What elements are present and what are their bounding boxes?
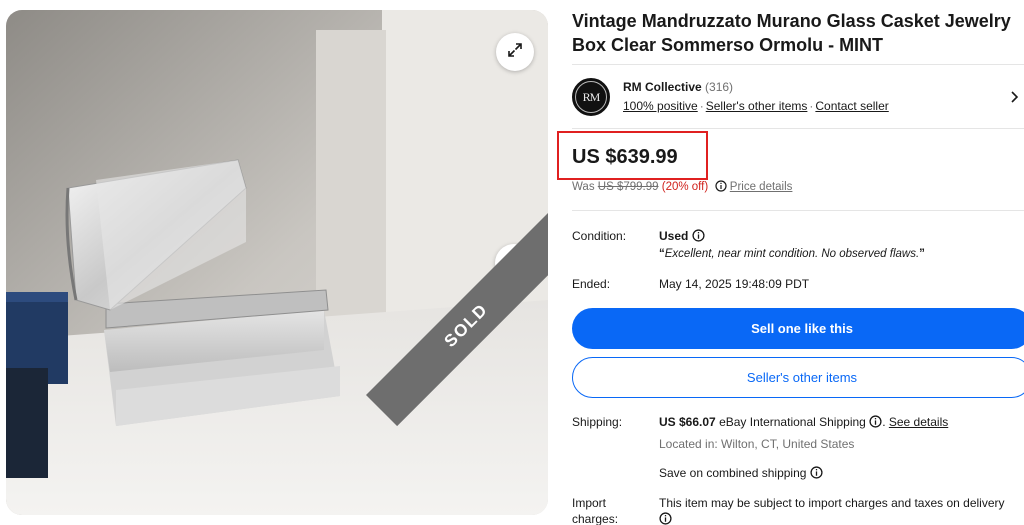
divider (572, 210, 1024, 211)
sellers-other-items-button[interactable]: Seller's other items (572, 357, 1024, 398)
contact-seller-link[interactable]: Contact seller (815, 99, 888, 113)
was-label: Was (572, 181, 595, 193)
import-label-line2: charges: (572, 512, 619, 525)
chevron-right-icon[interactable] (1010, 90, 1020, 109)
combined-shipping: Save on combined shipping (659, 466, 807, 480)
divider (572, 64, 1024, 65)
seller-name-line: RM Collective (316) (623, 80, 733, 94)
listing-title: Vintage Mandruzzato Murano Glass Casket … (572, 11, 1011, 55)
ended-label: Ended: (572, 277, 611, 291)
shipping-label: Shipping: (572, 415, 623, 429)
condition-label: Condition: (572, 229, 627, 243)
current-price: US $639.99 (572, 146, 678, 168)
import-label-line1: Import (572, 496, 607, 510)
seller-logo-text: RM (575, 81, 607, 113)
was-price: US $799.99 (597, 181, 659, 193)
divider (572, 128, 1024, 129)
info-icon[interactable] (810, 466, 823, 482)
was-price-line: Was US $799.99 (20% off) Price details (572, 180, 792, 195)
image-gallery: SOLD (6, 10, 548, 515)
import-text: This item may be subject to import charg… (659, 496, 1005, 510)
discount-percent: (20% off) (661, 181, 709, 193)
condition-value: Used (659, 229, 689, 243)
product-photo[interactable] (6, 10, 548, 515)
ended-value: May 14, 2025 19:48:09 PDT (659, 277, 810, 291)
condition-note-line: “Excellent, near mint condition. No obse… (659, 248, 925, 260)
item-location: Located in: Wilton, CT, United States (659, 437, 855, 451)
condition-note: Excellent, near mint condition. No obser… (664, 248, 920, 260)
expand-image-button[interactable] (496, 33, 534, 71)
seller-avatar[interactable]: RM (572, 78, 610, 116)
info-icon[interactable] (869, 415, 882, 431)
info-icon[interactable] (659, 512, 672, 525)
import-text-block: This item may be subject to import charg… (659, 495, 1019, 525)
seller-card[interactable]: RM RM Collective (316) 100% positive · Sel… (572, 76, 1024, 120)
seller-name[interactable]: RM Collective (623, 80, 702, 94)
seller-other-items-link[interactable]: Seller's other items (706, 99, 808, 113)
listing-panel: Vintage Mandruzzato Murano Glass Casket … (557, 0, 1024, 525)
shipping-line: US $66.07 eBay International Shipping . … (659, 415, 949, 431)
condition-value-line: Used (659, 229, 705, 245)
combined-shipping-line: Save on combined shipping (659, 466, 823, 482)
price-details-link[interactable]: Price details (730, 181, 793, 193)
info-icon[interactable] (692, 229, 705, 245)
seller-feedback-count: (316) (705, 80, 734, 94)
sell-one-like-this-button[interactable]: Sell one like this (572, 308, 1024, 349)
seller-links: 100% positive · Seller's other items · Conta… (623, 99, 889, 113)
info-icon[interactable] (714, 180, 727, 195)
expand-icon (506, 41, 524, 64)
next-image-button[interactable] (495, 244, 533, 282)
shipping-method: eBay International Shipping (719, 415, 866, 429)
chevron-right-icon (507, 254, 521, 273)
import-label: Import charges: (572, 495, 618, 525)
seller-positive-link[interactable]: 100% positive (623, 99, 698, 113)
shipping-cost: US $66.07 (659, 415, 716, 429)
shipping-details-link[interactable]: See details (889, 415, 948, 429)
